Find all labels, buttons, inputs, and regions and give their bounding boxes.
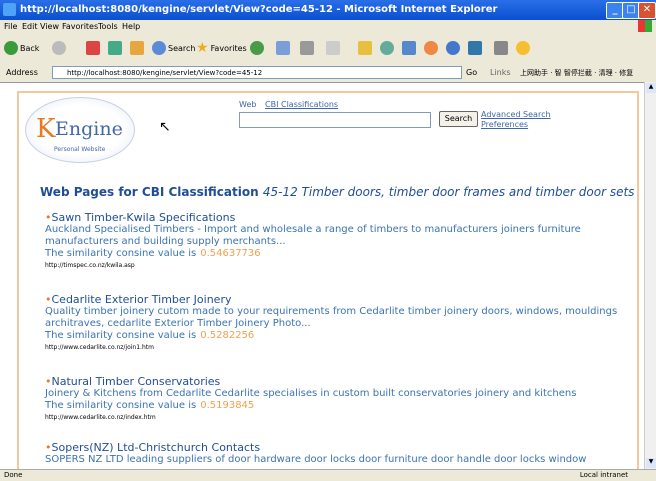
similarity-value: 0.54637736 <box>200 248 261 259</box>
msn-icon <box>516 41 530 55</box>
result-title-link[interactable]: Sawn Timber-Kwila Specifications <box>52 211 236 224</box>
page-heading: Web Pages for CBI Classification 45-12 T… <box>40 185 635 199</box>
refresh-icon <box>108 41 122 55</box>
messenger-button[interactable] <box>380 38 394 58</box>
menu-bar: File Edit View Favorites Tools Help <box>0 20 656 33</box>
close-button[interactable]: ✕ <box>638 2 656 19</box>
address-input[interactable]: http://localhost:8080/kengine/servlet/Vi… <box>52 66 462 79</box>
history-button[interactable] <box>250 38 264 58</box>
mouse-cursor-icon: ↖ <box>159 119 171 135</box>
menu-file[interactable]: File <box>4 22 17 31</box>
result-url: http://www.cedarlite.co.nz/index.htm <box>45 414 156 421</box>
links-label[interactable]: Links <box>490 68 511 77</box>
messenger-icon <box>380 41 394 55</box>
result-description: Quality timber joinery cutom made to you… <box>45 306 618 329</box>
edit-icon <box>326 41 340 55</box>
result-description: SOPERS NZ LTD leading suppliers of door … <box>45 454 587 465</box>
search-icon <box>152 41 166 55</box>
back-button[interactable]: Back <box>4 38 39 58</box>
scroll-up-icon[interactable]: ▲ <box>646 83 656 93</box>
title-bar: http://localhost:8080/kengine/servlet/Vi… <box>0 0 656 20</box>
preferences-link[interactable]: Preferences <box>481 120 551 130</box>
favorites-star-icon: ★ <box>196 40 209 56</box>
result-title-link[interactable]: Sopers(NZ) Ltd-Christchurch Contacts <box>52 441 261 454</box>
result-url: http://timspec.co.nz/kwila.asp <box>45 262 135 269</box>
result-description: Auckland Specialised Timbers - Import an… <box>45 224 581 247</box>
result-item: •Cedarlite Exterior Timber Joinery Quali… <box>45 293 635 351</box>
status-bar: Done Local intranet <box>0 469 656 481</box>
search-submit-button[interactable]: Search <box>439 111 478 127</box>
result-url: http://www.cedarlite.co.nz/join1.htm <box>45 344 154 351</box>
search-input[interactable] <box>239 112 431 128</box>
result-title-link[interactable]: Cedarlite Exterior Timber Joinery <box>52 293 232 306</box>
tool-b-icon <box>424 41 438 55</box>
address-label: Address <box>6 68 38 77</box>
msn-button[interactable] <box>516 38 530 58</box>
refresh-button[interactable] <box>108 38 122 58</box>
edit-button[interactable] <box>326 38 340 58</box>
back-arrow-icon <box>4 41 18 55</box>
advanced-search-link[interactable]: Advanced Search <box>481 110 551 120</box>
status-text: Done <box>4 471 23 479</box>
print-button[interactable] <box>300 38 314 58</box>
folder-icon <box>358 41 372 55</box>
menu-view[interactable]: View <box>40 22 59 31</box>
similarity-value: 0.5193845 <box>200 400 255 411</box>
zone-text: Local intranet <box>579 471 628 479</box>
tool-c-icon <box>446 41 460 55</box>
home-icon <box>130 41 144 55</box>
menu-edit[interactable]: Edit <box>22 22 38 31</box>
tool-a-icon <box>402 41 416 55</box>
menu-help[interactable]: Help <box>122 22 140 31</box>
result-item: •Sopers(NZ) Ltd-Christchurch Contacts SO… <box>45 441 635 466</box>
page-frame: K Engine Personal Website ↖ Web CBI Clas… <box>17 91 639 470</box>
kengine-logo[interactable]: K Engine Personal Website <box>25 97 135 163</box>
similarity-value: 0.5282256 <box>200 330 255 341</box>
similarity-line: The similarity consine value is 0.5282256 <box>45 330 255 341</box>
tab-cbi-classifications[interactable]: CBI Classifications <box>265 100 338 109</box>
advanced-search-links: Advanced Search Preferences <box>481 110 551 130</box>
tool-button-e[interactable] <box>494 38 508 58</box>
tool-e-icon <box>494 41 508 55</box>
history-icon <box>250 41 264 55</box>
window-title: http://localhost:8080/kengine/servlet/Vi… <box>20 4 498 15</box>
result-title-link[interactable]: Natural Timber Conservatories <box>52 375 221 388</box>
print-icon <box>300 41 314 55</box>
addon-toolbar[interactable]: 上网助手 · 智 智停拦截 · 清理 · 修复 <box>520 68 633 78</box>
tool-button-b[interactable] <box>424 38 438 58</box>
home-button[interactable] <box>130 38 144 58</box>
ie-icon <box>3 3 16 16</box>
forward-arrow-icon <box>52 41 66 55</box>
similarity-line: The similarity consine value is 0.5193845 <box>45 400 255 411</box>
tool-button-d[interactable] <box>468 38 482 58</box>
mail-button[interactable] <box>276 38 290 58</box>
folder-button[interactable] <box>358 38 372 58</box>
tab-web[interactable]: Web <box>239 100 256 109</box>
similarity-line: The similarity consine value is 0.5463773… <box>45 248 261 259</box>
address-bar: Address http://localhost:8080/kengine/se… <box>0 64 656 82</box>
result-item: •Sawn Timber-Kwila Specifications Auckla… <box>45 211 635 269</box>
mail-icon <box>276 41 290 55</box>
toolbar: Back Search ★ Favorites <box>0 34 656 62</box>
stop-icon <box>86 41 100 55</box>
go-button[interactable]: Go <box>466 68 477 77</box>
menu-favorites[interactable]: Favorites <box>62 22 98 31</box>
scroll-down-icon[interactable]: ▼ <box>646 458 656 468</box>
vertical-scrollbar[interactable]: ▲ ▼ <box>644 82 656 469</box>
result-item: •Natural Timber Conservatories Joinery &… <box>45 375 635 421</box>
page-content: K Engine Personal Website ↖ Web CBI Clas… <box>0 82 644 470</box>
tool-button-c[interactable] <box>446 38 460 58</box>
search-tabs: Web CBI Classifications <box>239 100 344 109</box>
tool-button-a[interactable] <box>402 38 416 58</box>
stop-button[interactable] <box>86 38 100 58</box>
favorites-button[interactable]: ★ Favorites <box>196 38 247 58</box>
windows-flag-icon <box>638 20 652 32</box>
search-button[interactable]: Search <box>152 38 195 58</box>
forward-button[interactable] <box>52 38 66 58</box>
tool-d-icon <box>468 41 482 55</box>
result-description: Joinery & Kitchens from Cedarlite Cedarl… <box>45 388 577 399</box>
menu-tools[interactable]: Tools <box>98 22 118 31</box>
